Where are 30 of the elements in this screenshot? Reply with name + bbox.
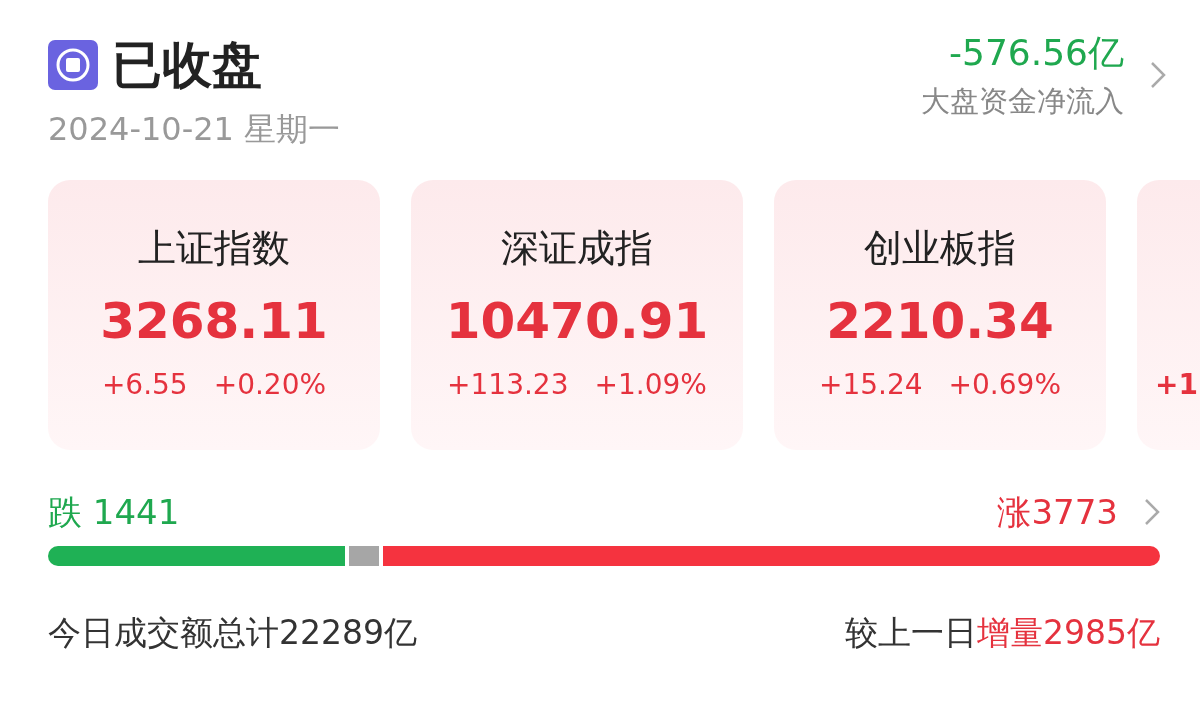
turnover-total: 今日成交额总计22289亿 [48,612,417,654]
net-flow-label: 大盘资金净流入 [921,83,1124,120]
index-name: 上证指数 [138,225,290,272]
index-name: 创业板指 [864,225,1016,272]
advance-count: 涨3773 [997,491,1118,534]
index-value: 3268.11 [100,291,328,352]
flat-bar [348,546,379,566]
net-flow-value: -576.56亿 [948,31,1124,75]
index-value: 10470.91 [445,291,709,352]
index-card[interactable]: 深证成指 10470.91 +113.23 +1.09% [411,180,743,450]
index-name: 深证成指 [501,225,653,272]
index-percent: +0.69% [948,368,1061,401]
index-card[interactable]: +1 [1137,180,1200,450]
index-card[interactable]: 上证指数 3268.11 +6.55 +0.20% [48,180,380,450]
date-label: 2024-10-21 星期一 [48,109,341,150]
decline-count: 跌 1441 [48,491,180,534]
index-percent: +1.09% [594,368,707,401]
stop-icon [48,40,98,90]
index-change: +113.23 [447,368,569,401]
market-status: 已收盘 [112,35,262,96]
compare-label: 较上一日 [845,613,977,652]
compare-value: 增量2985亿 [977,613,1160,652]
index-change: +15.24 [818,368,923,401]
index-percent: +0.20% [213,368,327,401]
chevron-right-icon[interactable] [1150,61,1166,89]
chevron-right-icon[interactable] [1144,498,1160,526]
index-change: +1 [1155,368,1198,401]
index-change: +6.55 [101,368,188,401]
index-value: 2210.34 [826,291,1054,352]
index-card[interactable]: 创业板指 2210.34 +15.24 +0.69% [774,180,1106,450]
